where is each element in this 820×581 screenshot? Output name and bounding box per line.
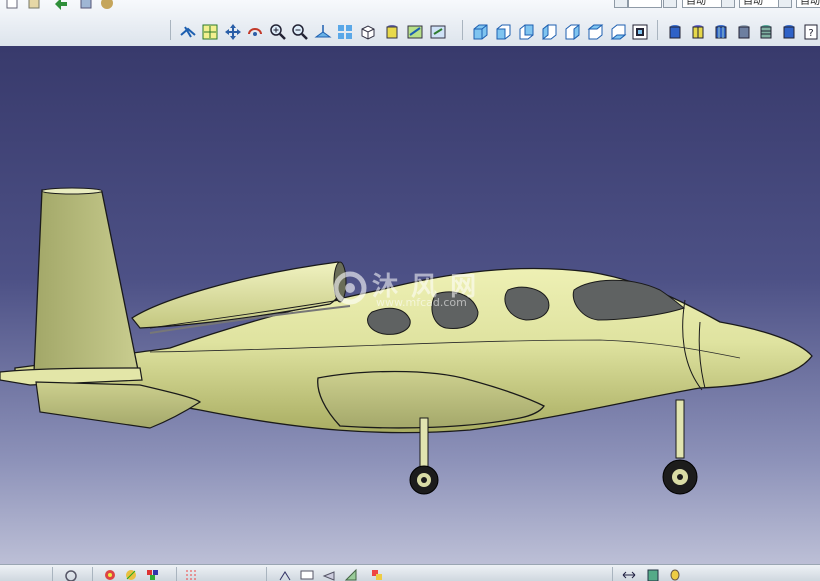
front-view-icon[interactable] [494,23,512,41]
zoom-in-icon[interactable] [269,23,287,41]
back-view-icon[interactable] [517,23,535,41]
linetype-dropdown-button[interactable] [721,0,735,8]
undo-icon[interactable] [52,0,70,12]
fly-icon[interactable] [179,23,197,41]
isometric-view-icon[interactable] [471,23,489,41]
text-icon[interactable] [300,568,314,581]
fit-all-icon[interactable] [201,23,219,41]
rotate-icon[interactable] [246,23,264,41]
pan-icon[interactable] [224,23,242,41]
grid-icon[interactable] [184,568,198,581]
point-dropdown[interactable]: 自动 [796,0,820,8]
bottom-toolbar [0,564,820,581]
left-view-icon[interactable] [540,23,558,41]
window-1 [367,307,411,335]
transparency-dropdown-button[interactable] [663,0,677,8]
part-icon[interactable] [370,568,384,581]
swap-space-icon[interactable] [429,23,447,41]
catalog-icon[interactable] [646,568,660,581]
watermark-logo-icon [333,271,367,305]
select-icon[interactable] [64,568,78,581]
zoom-out-icon[interactable] [291,23,309,41]
shading-edges-icon[interactable] [689,23,707,41]
nose-landing-gear [662,399,698,495]
redo-icon[interactable] [78,0,96,12]
shading-no-edges-icon[interactable] [712,23,730,41]
material-icon[interactable] [780,23,798,41]
compass-arrows-icon[interactable] [622,568,636,581]
top-toolbar: 自动 自动 自动 ? [0,0,820,47]
linetype-dropdown[interactable]: 自动 [682,0,722,8]
shading-icon[interactable] [383,23,401,41]
color-dropdown[interactable] [628,0,662,8]
right-view-icon[interactable] [563,23,581,41]
shading-render-icon[interactable] [666,23,684,41]
sketcher-icon[interactable] [103,568,117,581]
vertical-tail [33,189,139,373]
color-dropdown-button[interactable] [614,0,628,8]
iso-view-icon[interactable] [359,23,377,41]
axis-icon[interactable] [278,568,292,581]
measure-icon[interactable] [322,568,336,581]
multi-view-icon[interactable] [336,23,354,41]
copy-icon[interactable] [4,0,22,12]
hide-show-icon[interactable] [406,23,424,41]
surface-icon[interactable] [344,568,358,581]
svg-text:?: ? [808,28,813,39]
bottom-view-icon[interactable] [609,23,627,41]
paste-icon[interactable] [26,0,44,12]
watermark-url: www.mfcad.com [376,296,467,309]
3d-viewport[interactable]: 沐 风 网 www.mfcad.com [0,46,820,564]
knowledge-icon[interactable] [668,568,682,581]
customize-view-icon[interactable] [757,23,775,41]
thickness-dropdown-button[interactable] [778,0,792,8]
wireframe-icon[interactable] [735,23,753,41]
constraint-icon[interactable] [124,568,138,581]
analysis-icon[interactable] [146,568,160,581]
normal-view-icon[interactable] [314,23,332,41]
top-view-icon[interactable] [586,23,604,41]
help-icon[interactable]: ? [802,23,820,41]
named-views-icon[interactable] [631,23,649,41]
what-is-this-icon[interactable] [98,0,116,12]
thickness-dropdown[interactable]: 自动 [739,0,779,8]
